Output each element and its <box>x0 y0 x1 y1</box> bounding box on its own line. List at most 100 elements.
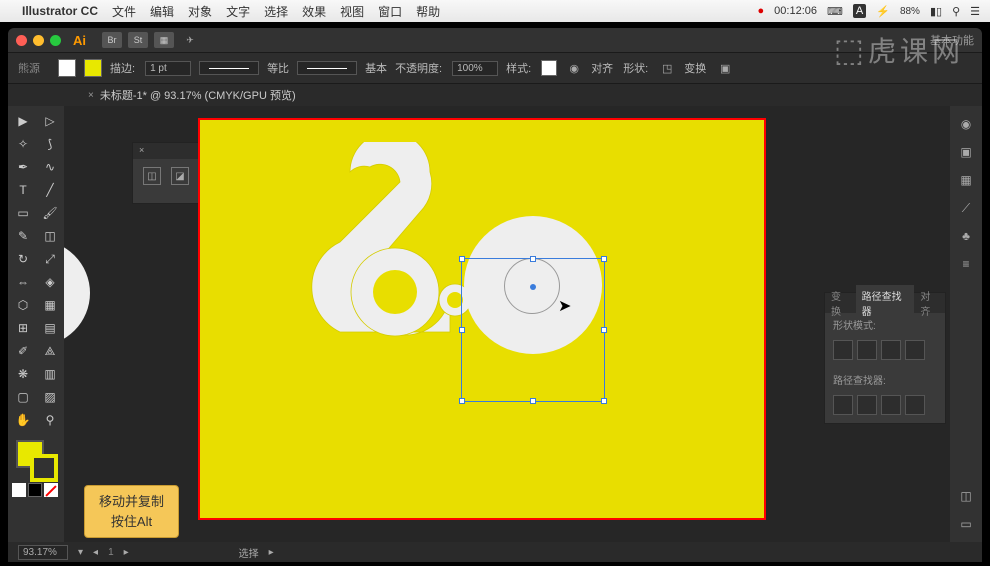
column-graph-tool[interactable]: ▥ <box>37 363 63 385</box>
handle-tr[interactable] <box>601 256 607 262</box>
document-tab[interactable]: × 未标题-1* @ 93.17% (CMYK/GPU 预览) <box>78 84 306 106</box>
live-corner-icon[interactable]: ◳ <box>658 59 676 77</box>
symbol-sprayer-tool[interactable]: ❋ <box>10 363 36 385</box>
align-tab[interactable]: 对齐 <box>914 285 945 321</box>
fill-stroke-swatches[interactable] <box>10 438 63 480</box>
color-mode[interactable] <box>12 483 26 497</box>
keyboard-icon[interactable]: ⌨ <box>827 5 843 18</box>
wifi-icon[interactable]: ⚡ <box>876 5 890 18</box>
gradient-tool[interactable]: ▤ <box>37 317 63 339</box>
close-window[interactable] <box>16 35 27 46</box>
intersect-button[interactable] <box>881 340 901 360</box>
arrange-button[interactable]: ▦ <box>154 32 174 48</box>
transform-label[interactable]: 变换 <box>684 60 706 76</box>
menu-text[interactable]: 文字 <box>226 3 250 20</box>
pen-tool[interactable]: ✒ <box>10 156 36 178</box>
unite-icon[interactable]: ◫ <box>143 167 161 185</box>
perspective-tool[interactable]: ▦ <box>37 294 63 316</box>
curvature-tool[interactable]: ∿ <box>37 156 63 178</box>
paintbrush-tool[interactable]: 🖌 <box>37 202 63 224</box>
stroke-weight-input[interactable] <box>145 61 191 76</box>
fill-swatch[interactable] <box>58 59 76 77</box>
shaper-tool[interactable]: ✎ <box>10 225 36 247</box>
free-transform-tool[interactable]: ◈ <box>37 271 63 293</box>
menu-select[interactable]: 选择 <box>264 3 288 20</box>
divide-button[interactable] <box>833 395 853 415</box>
minus-front-icon[interactable]: ◪ <box>171 167 189 185</box>
handle-mr[interactable] <box>601 327 607 333</box>
gradient-mode[interactable] <box>28 483 42 497</box>
zoom-tool[interactable]: ⚲ <box>37 409 63 431</box>
layers-icon[interactable]: ◫ <box>954 484 978 508</box>
mesh-tool[interactable]: ⊞ <box>10 317 36 339</box>
slice-tool[interactable]: ▨ <box>37 386 63 408</box>
zoom-input[interactable]: 93.17% <box>18 545 68 560</box>
type-tool[interactable]: T <box>10 179 36 201</box>
close-tab-icon[interactable]: × <box>88 90 94 101</box>
handle-tl[interactable] <box>459 256 465 262</box>
align-label[interactable]: 对齐 <box>591 60 613 76</box>
minus-front-button[interactable] <box>857 340 877 360</box>
a-icon[interactable]: A <box>853 4 866 18</box>
libraries-icon[interactable]: ▭ <box>954 512 978 536</box>
opacity-input[interactable] <box>452 61 498 76</box>
trim-button[interactable] <box>857 395 877 415</box>
selection-tool[interactable]: ▶ <box>10 110 36 132</box>
isolate-icon[interactable]: ▣ <box>716 59 734 77</box>
stroke-icon[interactable]: ≡ <box>954 252 978 276</box>
eyedropper-tool[interactable]: ✐ <box>10 340 36 362</box>
transform-tab[interactable]: 变换 <box>825 285 856 321</box>
rectangle-tool[interactable]: ▭ <box>10 202 36 224</box>
magic-wand-tool[interactable]: ✧ <box>10 133 36 155</box>
menu-file[interactable]: 文件 <box>112 3 136 20</box>
direct-selection-tool[interactable]: ▷ <box>37 110 63 132</box>
bridge-button[interactable]: Br <box>102 32 122 48</box>
properties-icon[interactable]: ◉ <box>954 112 978 136</box>
artboard-tool[interactable]: ▢ <box>10 386 36 408</box>
rotate-tool[interactable]: ↻ <box>10 248 36 270</box>
send-icon[interactable]: ✈ <box>180 32 200 48</box>
minimize-window[interactable] <box>33 35 44 46</box>
menu-help[interactable]: 帮助 <box>416 3 440 20</box>
shape-builder-tool[interactable]: ⬡ <box>10 294 36 316</box>
lasso-tool[interactable]: ⟆ <box>37 133 63 155</box>
none-mode[interactable] <box>44 483 58 497</box>
symbols-icon[interactable]: ♣ <box>954 224 978 248</box>
handle-ml[interactable] <box>459 327 465 333</box>
line-tool[interactable]: ╱ <box>37 179 63 201</box>
number-2-shape[interactable] <box>300 142 480 342</box>
menu-icon[interactable]: ☰ <box>970 5 980 18</box>
pathfinder-panel[interactable]: 变换 路径查找器 对齐 形状模式: 路径查找器: <box>824 292 946 424</box>
hand-tool[interactable]: ✋ <box>10 409 36 431</box>
menu-effect[interactable]: 效果 <box>302 3 326 20</box>
artboard[interactable]: ➤ <box>200 120 764 518</box>
nav-prev-icon[interactable]: ◂ <box>93 547 98 558</box>
width-tool[interactable]: ⇔ <box>10 271 36 293</box>
workspace-label[interactable]: 基本功能 <box>930 32 974 48</box>
crop-button[interactable] <box>905 395 925 415</box>
stroke-profile[interactable] <box>199 61 259 75</box>
menu-view[interactable]: 视图 <box>340 3 364 20</box>
handle-bl[interactable] <box>459 398 465 404</box>
recolor-icon[interactable]: ◉ <box>565 59 583 77</box>
color-icon[interactable]: ▣ <box>954 140 978 164</box>
handle-tm[interactable] <box>530 256 536 262</box>
menu-edit[interactable]: 编辑 <box>150 3 174 20</box>
blend-tool[interactable]: ⟁ <box>37 340 63 362</box>
status-menu-icon[interactable]: ▸ <box>269 547 274 558</box>
stroke-color[interactable] <box>30 454 58 482</box>
canvas[interactable]: ×≡ ◫ ◪ ◩ <box>64 106 950 542</box>
maximize-window[interactable] <box>50 35 61 46</box>
stock-button[interactable]: St <box>128 32 148 48</box>
nav-next-icon[interactable]: ▸ <box>124 547 129 558</box>
brush-definition[interactable] <box>297 61 357 75</box>
app-name[interactable]: Illustrator CC <box>22 4 98 18</box>
zoom-dropdown-icon[interactable]: ▾ <box>78 547 83 558</box>
menu-object[interactable]: 对象 <box>188 3 212 20</box>
stroke-swatch[interactable] <box>84 59 102 77</box>
shape-label[interactable]: 形状: <box>623 60 648 76</box>
selection-bounds[interactable] <box>461 258 605 402</box>
menu-window[interactable]: 窗口 <box>378 3 402 20</box>
handle-bm[interactable] <box>530 398 536 404</box>
brushes-icon[interactable]: ⟋ <box>954 196 978 220</box>
